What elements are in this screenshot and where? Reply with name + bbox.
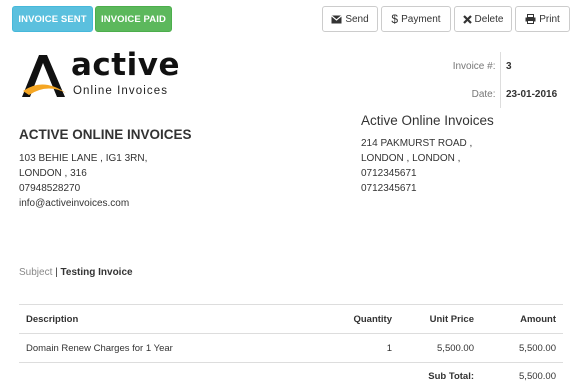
subtotal-label: Sub Total: bbox=[399, 362, 481, 389]
subject-line: Subject | Testing Invoice bbox=[19, 267, 133, 278]
subtotal-value: 5,500.00 bbox=[481, 362, 563, 389]
logo-word: active bbox=[71, 47, 180, 83]
to-phone: 0712345671 bbox=[361, 183, 417, 194]
invoice-meta: Invoice #: 3 Date: 23-01-2016 bbox=[440, 52, 580, 108]
invoice-number-value: 3 bbox=[506, 60, 512, 72]
row-unit-price: 5,500.00 bbox=[399, 333, 481, 363]
to-address-line: LONDON , LONDON , bbox=[361, 153, 461, 164]
dollar-icon: $ bbox=[391, 12, 399, 26]
subject-value: Testing Invoice bbox=[60, 267, 133, 278]
date-value: 23-01-2016 bbox=[506, 88, 558, 100]
logo-tagline: Online Invoices bbox=[73, 85, 169, 97]
to-address-line: 214 PAKMURST ROAD , bbox=[361, 138, 473, 149]
times-icon bbox=[462, 14, 472, 24]
subject-separator: | bbox=[55, 267, 58, 278]
invoice-number-label: Invoice #: bbox=[452, 60, 496, 72]
delete-label: Delete bbox=[474, 13, 504, 25]
from-address: 103 BEHIE LANE , IG1 3RN, LONDON , 316 0… bbox=[19, 151, 147, 211]
from-email: info@activeinvoices.com bbox=[19, 198, 130, 209]
envelope-icon bbox=[331, 14, 343, 24]
to-address: 214 PAKMURST ROAD , LONDON , LONDON , 07… bbox=[361, 136, 472, 196]
header-description: Description bbox=[19, 304, 329, 334]
company-logo: active Online Invoices bbox=[19, 47, 189, 107]
payment-label: Payment bbox=[401, 13, 441, 25]
row-quantity: 1 bbox=[329, 333, 399, 363]
to-phone: 0712345671 bbox=[361, 168, 417, 179]
payment-button[interactable]: $ Payment bbox=[381, 6, 451, 32]
print-label: Print bbox=[539, 13, 560, 25]
invoice-sent-button[interactable]: INVOICE SENT bbox=[12, 6, 93, 32]
send-label: Send bbox=[345, 13, 369, 25]
print-icon bbox=[525, 14, 536, 24]
from-address-line: LONDON , 316 bbox=[19, 168, 87, 179]
header-unit-price: Unit Price bbox=[399, 304, 481, 334]
header-quantity: Quantity bbox=[329, 304, 399, 334]
print-button[interactable]: Print bbox=[515, 6, 570, 32]
table-row: Domain Renew Charges for 1 Year 1 5,500.… bbox=[19, 333, 563, 363]
header-amount: Amount bbox=[481, 304, 563, 334]
row-description: Domain Renew Charges for 1 Year bbox=[19, 333, 329, 363]
subject-label: Subject bbox=[19, 267, 53, 278]
to-company-name: Active Online Invoices bbox=[361, 113, 494, 128]
from-phone: 07948528270 bbox=[19, 183, 81, 194]
delete-button[interactable]: Delete bbox=[454, 6, 512, 32]
row-amount: 5,500.00 bbox=[481, 333, 563, 363]
invoice-paid-button[interactable]: INVOICE PAID bbox=[95, 6, 172, 32]
items-table: Description Quantity Unit Price Amount D… bbox=[19, 304, 563, 389]
from-company-name: ACTIVE ONLINE INVOICES bbox=[19, 127, 192, 142]
table-header-row: Description Quantity Unit Price Amount bbox=[19, 304, 563, 334]
date-label: Date: bbox=[471, 88, 496, 100]
send-button[interactable]: Send bbox=[322, 6, 378, 32]
subtotal-row: Sub Total: 5,500.00 bbox=[19, 362, 563, 389]
from-address-line: 103 BEHIE LANE , IG1 3RN, bbox=[19, 153, 148, 164]
